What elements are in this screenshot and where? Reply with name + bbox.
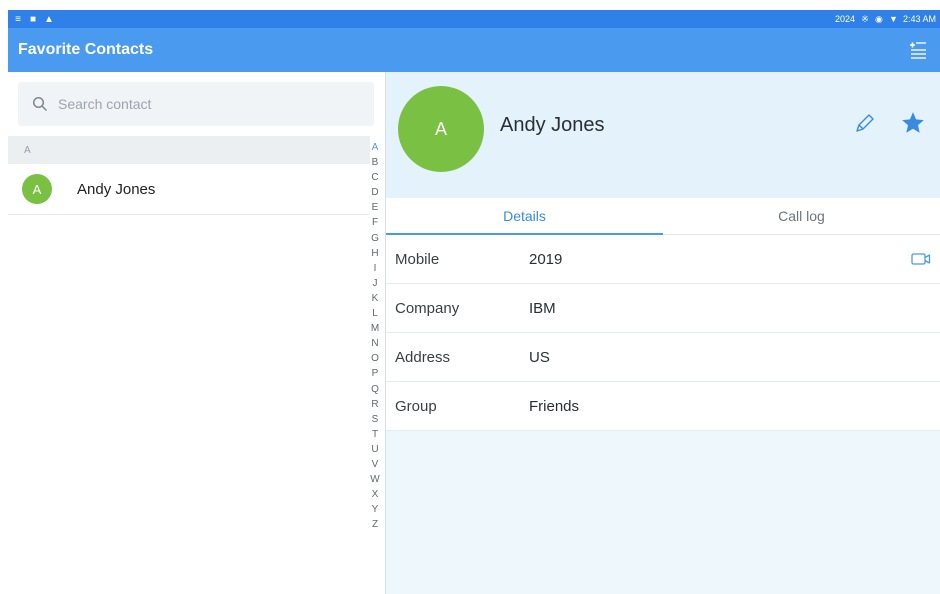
profile-avatar: A [398,86,484,172]
video-call-button[interactable] [910,248,932,270]
alphabet-letter-o[interactable]: O [371,351,379,366]
alphabet-letter-k[interactable]: K [372,291,379,306]
detail-row-company: Company IBM [386,284,940,333]
app-window: ≡ ■ ▲ 2024 ※ ◉ ▼ 2:43 AM Favorite Contac… [8,10,940,594]
profile-name: Andy Jones [500,114,605,136]
star-icon [902,112,924,133]
detail-label: Address [395,348,451,366]
section-header: A [8,136,370,164]
pencil-icon [856,114,874,132]
alphabet-letter-h[interactable]: H [371,246,378,261]
add-list-button[interactable] [896,28,940,72]
detail-label: Group [395,397,437,415]
contact-name: Andy Jones [77,180,156,198]
favorite-button[interactable] [898,108,928,138]
video-call-icon [911,253,931,265]
contact-list-item[interactable]: A Andy Jones [8,164,370,215]
alphabet-letter-r[interactable]: R [371,397,378,412]
search-icon [30,94,50,114]
bluetooth-icon: ※ [861,13,869,24]
detail-row-group: Group Friends [386,382,940,431]
alphabet-letter-b[interactable]: B [372,155,379,170]
contact-detail-panel: A Andy Jones Details Call log Mobile 201 [386,72,940,594]
alphabet-letter-p[interactable]: P [372,366,379,381]
detail-tabs: Details Call log [386,198,940,235]
status-bar: ≡ ■ ▲ 2024 ※ ◉ ▼ 2:43 AM [8,10,940,28]
detail-label: Company [395,299,460,317]
alphabet-letter-t[interactable]: T [372,427,378,442]
app-title: Favorite Contacts [18,41,154,58]
alphabet-letter-y[interactable]: Y [372,502,379,517]
alphabet-letter-a[interactable]: A [372,140,379,155]
alphabet-letter-x[interactable]: X [372,487,379,502]
detail-label: Mobile [395,250,440,268]
alphabet-letter-g[interactable]: G [371,231,379,246]
alphabet-letter-s[interactable]: S [372,412,379,427]
contacts-panel: Search contact A A Andy Jones ABCDEFGHIJ… [8,72,386,594]
alphabet-letter-i[interactable]: I [374,261,377,276]
detail-value: Friends [529,397,580,415]
alphabet-letter-j[interactable]: J [373,276,378,291]
sim-icon: ≡ [15,13,21,25]
detail-value: IBM [529,299,556,317]
storage-icon: ■ [29,13,37,25]
detail-value[interactable]: 2019 [529,251,562,268]
alphabet-letter-q[interactable]: Q [371,382,379,397]
status-year: 2024 [834,14,855,24]
avatar: A [22,174,52,204]
alphabet-letter-z[interactable]: Z [372,517,378,532]
details-list: Mobile 2019 Company IBM Address US Group [386,235,940,431]
wifi-icon: ▼ [888,14,898,24]
profile-header: A Andy Jones [386,72,940,198]
search-placeholder: Search contact [58,96,152,112]
add-list-icon [910,42,926,59]
tab-call-log[interactable]: Call log [663,198,940,234]
app-bar: Favorite Contacts [8,28,940,72]
alphabet-letter-m[interactable]: M [371,321,379,336]
tab-details[interactable]: Details [386,198,663,235]
alphabet-letter-c[interactable]: C [371,170,378,185]
detail-value: US [529,348,550,366]
sync-icon: ◉ [875,13,883,24]
alphabet-index: ABCDEFGHIJKLMNOPQRSTUVWXYZ [368,140,382,532]
status-time: 2:43 AM [902,14,936,24]
alphabet-letter-f[interactable]: F [372,215,378,230]
detail-row-mobile: Mobile 2019 [386,235,940,284]
edit-button[interactable] [850,108,880,138]
alphabet-letter-l[interactable]: L [372,306,378,321]
alphabet-letter-v[interactable]: V [372,457,379,472]
alphabet-letter-w[interactable]: W [370,472,379,487]
alert-icon: ▲ [44,13,54,25]
alphabet-letter-n[interactable]: N [371,336,378,351]
detail-row-address: Address US [386,333,940,382]
alphabet-letter-e[interactable]: E [372,200,379,215]
alphabet-letter-u[interactable]: U [371,442,378,457]
search-input[interactable]: Search contact [18,82,374,126]
alphabet-letter-d[interactable]: D [371,185,378,200]
